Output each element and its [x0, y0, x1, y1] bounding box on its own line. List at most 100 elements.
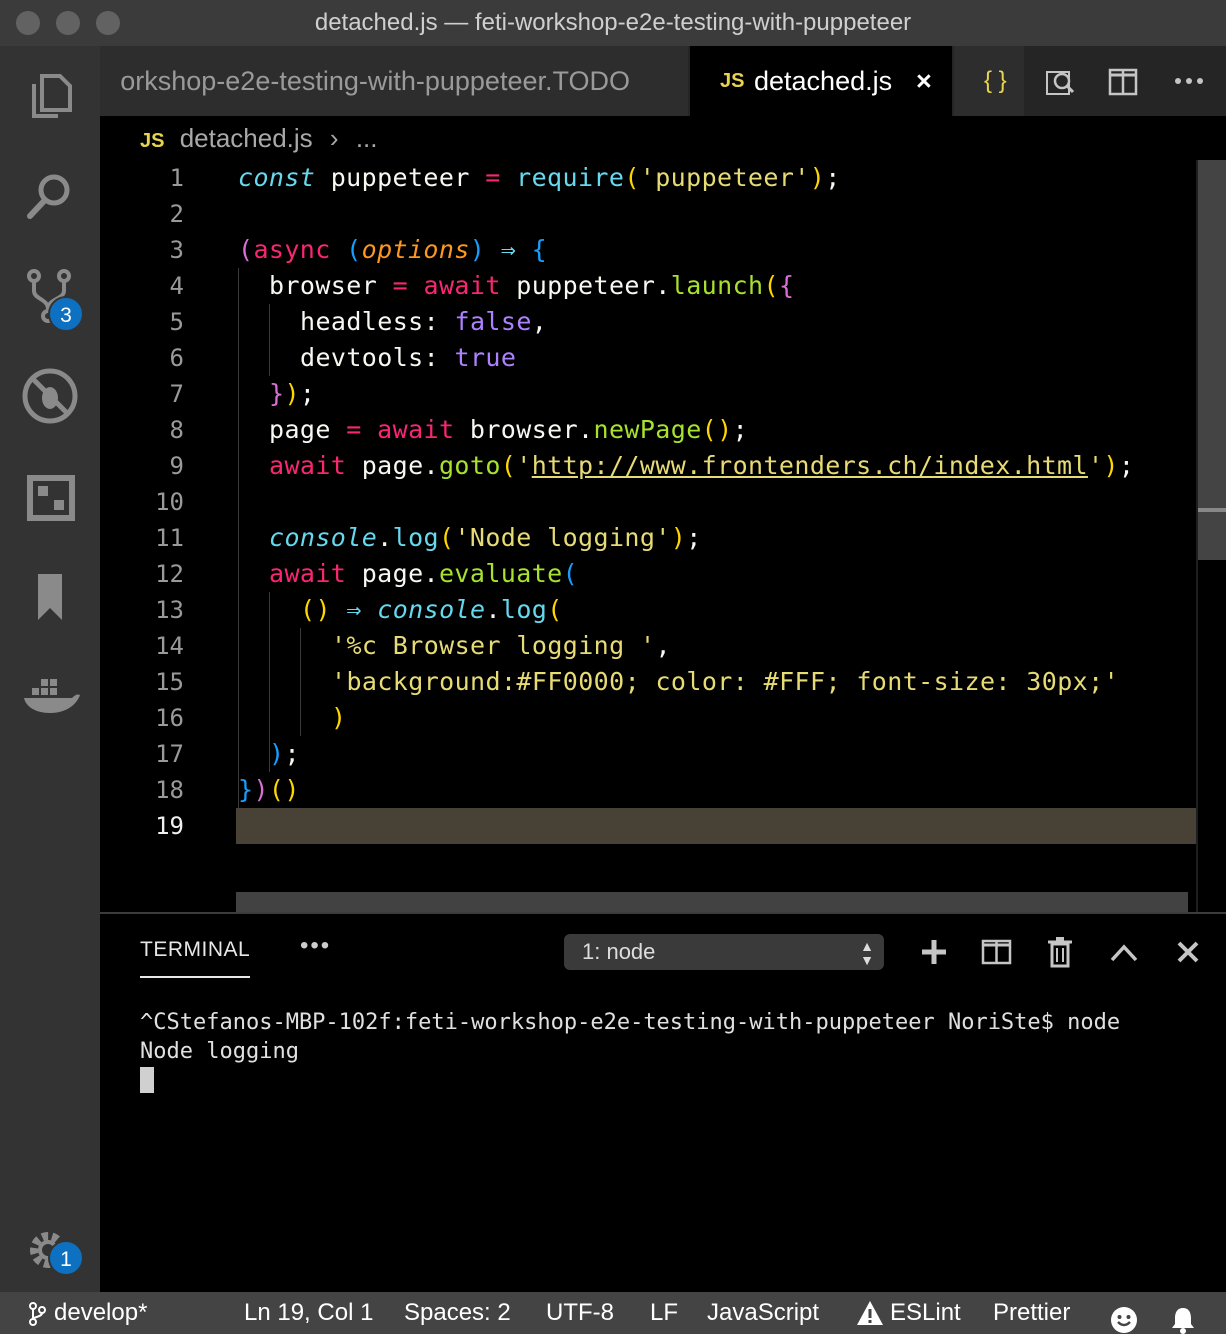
code-line-16: ): [331, 703, 347, 732]
horizontal-scrollbar[interactable]: [236, 892, 1188, 912]
terminal-cursor: [140, 1067, 154, 1093]
code-line-8: page = await browser.newPage();: [269, 415, 749, 444]
settings-badge: 1: [48, 1240, 84, 1276]
line-number: 3: [169, 236, 184, 264]
cursor-position[interactable]: Ln 19, Col 1: [244, 1292, 373, 1334]
tab-todo[interactable]: orkshop-e2e-testing-with-puppeteer.TODO: [100, 46, 688, 116]
indent-guide: [269, 304, 270, 376]
editor-actions: [1024, 46, 1226, 116]
code-line-7: });: [269, 379, 316, 408]
no-bug-icon: [22, 368, 78, 424]
vertical-scrollbar[interactable]: [1198, 160, 1226, 560]
tab-detached-js[interactable]: JS detached.js ×: [690, 46, 952, 116]
language-mode[interactable]: JavaScript: [707, 1292, 819, 1334]
indent-guide: [238, 268, 239, 808]
bookmarks-button[interactable]: [0, 546, 100, 646]
editor-tab-bar: orkshop-e2e-testing-with-puppeteer.TODO …: [100, 46, 1226, 116]
extensions-button[interactable]: [0, 446, 100, 546]
line-number: 2: [169, 200, 184, 228]
tab-label: detached.js: [754, 66, 893, 96]
url-link[interactable]: http://www.frontenders.ch/index.html: [532, 451, 1088, 480]
code-line-5: headless: false,: [300, 307, 548, 336]
panel: TERMINAL ••• 1: node ▲ ▼ ^CStefanos-MBP-1…: [100, 912, 1226, 1292]
branch-name: develop*: [54, 1299, 148, 1326]
source-control-button[interactable]: 3: [0, 246, 100, 346]
settings-button[interactable]: 1: [0, 1206, 100, 1306]
js-file-icon: JS: [140, 130, 165, 152]
js-file-icon: JS: [720, 70, 745, 92]
tab-terminal[interactable]: TERMINAL: [140, 938, 251, 978]
line-number: 11: [155, 524, 184, 552]
line-number: 16: [155, 704, 184, 732]
debug-button[interactable]: [0, 346, 100, 446]
close-panel-icon[interactable]: [1168, 932, 1208, 972]
new-terminal-icon[interactable]: [914, 932, 954, 972]
line-number: 4: [169, 272, 184, 300]
line-number: 1: [169, 164, 184, 192]
code-line-13: () ⇒ console.log(: [300, 595, 563, 624]
files-icon: [32, 74, 72, 118]
terminal-select-value: 1: node: [582, 939, 656, 964]
open-preview-icon[interactable]: [1044, 66, 1076, 98]
terminal-line: ^CStefanos-MBP-102f:feti-workshop-e2e-te…: [140, 1010, 1121, 1035]
docker-button[interactable]: [0, 646, 100, 746]
terminal-select[interactable]: 1: node ▲ ▼: [564, 934, 884, 970]
tab-label: orkshop-e2e-testing-with-puppeteer.TODO: [120, 66, 630, 96]
window-title: detached.js — feti-workshop-e2e-testing-…: [314, 9, 912, 36]
indentation-status[interactable]: Spaces: 2: [404, 1292, 511, 1334]
encoding-status[interactable]: UTF-8: [546, 1292, 614, 1334]
eslint-label: ESLint: [890, 1299, 961, 1326]
scm-changes-badge: 3: [48, 296, 84, 332]
warning-icon: [857, 1301, 883, 1325]
prettier-status[interactable]: Prettier: [993, 1292, 1070, 1334]
json-file-icon: { }: [984, 67, 1007, 94]
title-bar: detached.js — feti-workshop-e2e-testing-…: [0, 0, 1226, 46]
extensions-icon: [27, 475, 75, 521]
eol-status[interactable]: LF: [650, 1292, 678, 1334]
activity-bar: 3 1: [0, 46, 100, 1292]
maximize-panel-icon[interactable]: [1104, 932, 1144, 972]
line-number: 5: [169, 308, 184, 336]
git-branch-icon: [29, 1302, 46, 1326]
breadcrumb-symbols[interactable]: ...: [356, 123, 378, 153]
current-line-highlight: [236, 808, 1196, 844]
line-number: 19: [155, 812, 184, 840]
select-arrows-icon: ▲ ▼: [860, 938, 874, 968]
line-number: 18: [155, 776, 184, 804]
line-number: 9: [169, 452, 184, 480]
status-bar: develop* Ln 19, Col 1 Spaces: 2 UTF-8 LF…: [0, 1292, 1226, 1334]
more-panels-button[interactable]: •••: [300, 932, 331, 960]
breadcrumb: JS detached.js › ...: [100, 116, 1226, 160]
code-line-4: browser = await puppeteer.launch({: [269, 271, 795, 300]
feedback-smiley-icon[interactable]: [1110, 1299, 1138, 1334]
line-number: 17: [155, 740, 184, 768]
code-line-12: await page.evaluate(: [269, 559, 579, 588]
code-line-17: );: [269, 739, 300, 768]
breadcrumb-file[interactable]: detached.js: [180, 123, 313, 153]
code-line-9: await page.goto('http://www.frontenders.…: [269, 451, 1135, 480]
line-number: 12: [155, 560, 184, 588]
line-number: 13: [155, 596, 184, 624]
code-line-14: '%c Browser logging ',: [331, 631, 671, 660]
code-line-1: const puppeteer = require('puppeteer');: [238, 163, 841, 192]
trash-icon[interactable]: [1040, 932, 1080, 972]
tab-json[interactable]: { }: [954, 46, 1024, 116]
search-button[interactable]: [0, 146, 100, 246]
code-editor[interactable]: 1 2 3 4 5 6 7 8 9 10 11 12 13 14 15 16 17 18 19 const pupp…: [100, 160, 1226, 912]
close-tab-icon[interactable]: ×: [916, 46, 932, 116]
line-number: 7: [169, 380, 184, 408]
more-actions-icon[interactable]: [1174, 76, 1206, 86]
terminal-line: Node logging: [140, 1039, 299, 1064]
notifications-bell-icon[interactable]: [1170, 1299, 1196, 1334]
line-number: 15: [155, 668, 184, 696]
code-line-15: 'background:#FF0000; color: #FFF; font-s…: [331, 667, 1120, 696]
code-line-6: devtools: true: [300, 343, 517, 372]
split-editor-icon[interactable]: [1108, 68, 1138, 96]
explorer-button[interactable]: [0, 46, 100, 146]
search-icon: [27, 174, 70, 219]
terminal-output[interactable]: ^CStefanos-MBP-102f:feti-workshop-e2e-te…: [140, 1008, 1120, 1066]
breadcrumb-separator: ›: [329, 123, 339, 153]
split-terminal-icon[interactable]: [976, 932, 1016, 972]
cursor-position-marker: [1198, 508, 1226, 512]
line-number: 6: [169, 344, 184, 372]
